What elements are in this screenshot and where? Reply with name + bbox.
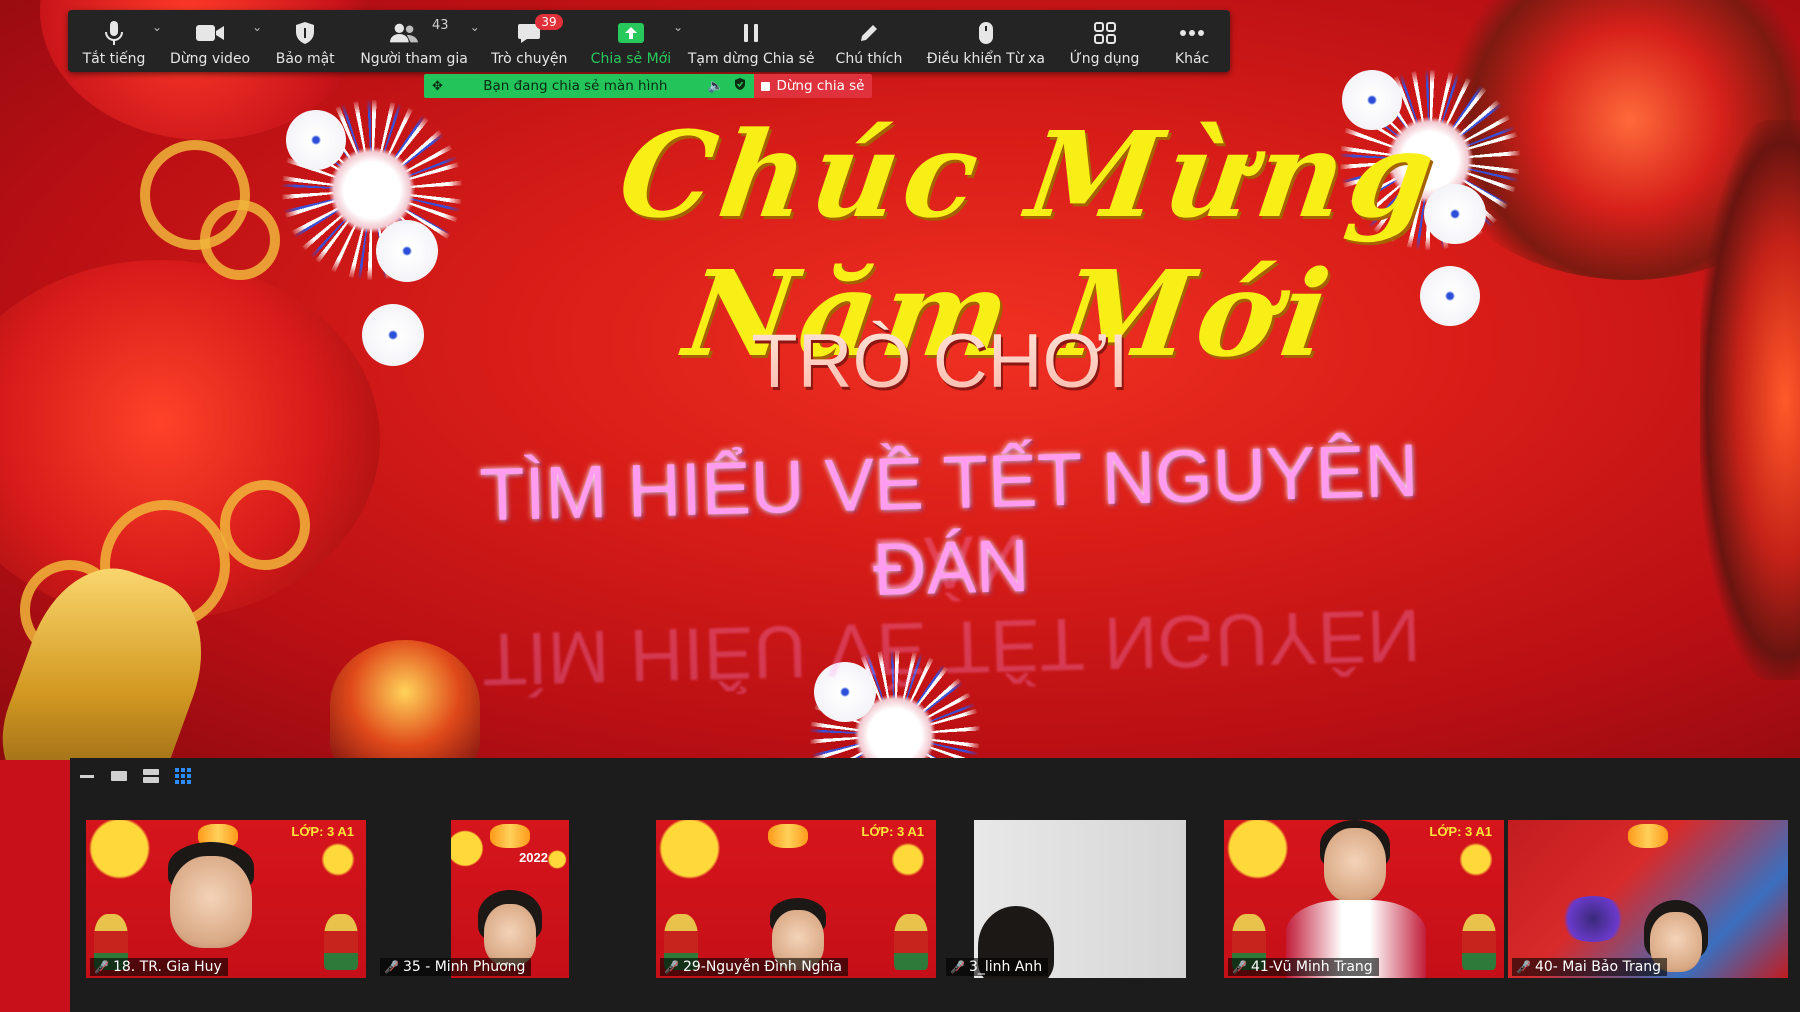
more-dots-icon [1177,18,1207,48]
muted-mic-icon: 🎤̸ [664,960,679,974]
participants-count: 43 [431,18,449,33]
slide-title: TRÒ CHƠI [700,318,1180,405]
more-button[interactable]: Khác [1154,10,1230,72]
speaker-icon[interactable]: 🔈 [708,79,724,94]
cloud-pattern-decoration [220,480,310,570]
mute-label: Tắt tiếng [82,51,146,67]
shared-slide: Chúc Mừng Năm Mới TRÒ CHƠI TÌM HIỂU VỀ T… [0,0,1800,760]
stacked-view-icon[interactable] [142,768,160,784]
doll-decoration [324,914,358,970]
participant-tile[interactable]: LỚP: 3 A1 🎤̸ 41-Vũ Minh Trang [1224,820,1504,978]
new-share-label: Chia sẻ Mới [590,51,672,67]
participant-name: 40- Mai Bảo Trang [1534,959,1662,975]
participant-tile[interactable]: 🎤̸ 40- Mai Bảo Trang [1508,820,1788,978]
stop-share-label: Dừng chia sẻ [776,78,865,94]
doll-decoration [894,914,928,970]
gallery-grid-view-icon[interactable] [174,768,192,784]
orb-decoration [286,110,346,170]
muted-mic-icon: 🎤̸ [94,960,109,974]
annotate-label: Chú thích [835,51,903,67]
tiger-decoration [490,824,530,848]
more-label: Khác [1174,51,1210,67]
remote-control-label: Điều khiển Từ xa [926,51,1045,67]
chat-unread-badge: 39 [535,14,563,30]
class-label: LỚP: 3 A1 [291,824,354,839]
video-gallery-strip: LỚP: 3 A1 🎤̸ 18. TR. Gia Huy 2022 🎤̸ 35 - … [70,758,1800,1012]
participant-name: 29-Nguyễn Đình Nghĩa [682,959,842,975]
participant-name: 3_linh Anh [968,959,1043,975]
drag-handle-icon[interactable]: ✥ [432,79,443,94]
gallery-view-controls [78,768,192,784]
new-share-button[interactable]: ⌄ Chia sẻ Mới [581,10,683,72]
apps-button[interactable]: Ứng dụng [1055,10,1154,72]
sharing-status-text: Bạn đang chia sẻ màn hình [483,78,668,94]
doll-decoration [1462,914,1496,970]
muted-mic-icon: 🎤̸ [384,960,399,974]
active-speaker-view-icon[interactable] [110,768,128,784]
remote-control-button[interactable]: Điều khiển Từ xa [917,10,1055,72]
meeting-toolbar: ⌄ Tắt tiếng ⌄ Dừng video Bảo mật 43 ⌄ Ng… [68,10,1230,72]
chat-button[interactable]: 39 Trò chuyện [478,10,581,72]
sharing-status-banner[interactable]: ✥ Bạn đang chia sẻ màn hình 🔈 [424,74,754,98]
year-label: 2022 [519,850,548,865]
security-button[interactable]: Bảo mật [260,10,350,72]
participant-name-tag: 🎤̸ 29-Nguyễn Đình Nghĩa [660,958,848,976]
microphone-icon [99,18,129,48]
shield-check-icon [734,77,746,95]
stop-share-button[interactable]: Dừng chia sẻ [754,74,872,98]
stop-square-icon [761,81,771,91]
class-label: LỚP: 3 A1 [861,824,924,839]
pause-share-label: Tạm dừng Chia sẻ [687,51,815,67]
apps-icon [1090,18,1120,48]
stop-video-label: Dừng video [170,51,251,67]
participants-icon [389,18,419,48]
video-camera-icon [195,18,225,48]
chat-label: Trò chuyện [491,51,568,67]
pencil-icon [854,18,884,48]
annotate-button[interactable]: Chú thích [821,10,917,72]
toys-decoration [1558,896,1628,942]
participant-name-tag: 🎤̸ 35 - Minh Phương [380,958,532,976]
class-label: LỚP: 3 A1 [1429,824,1492,839]
muted-mic-icon: 🎤̸ [1232,960,1247,974]
cloud-pattern-decoration [200,200,280,280]
pause-icon [736,18,766,48]
shield-icon [290,18,320,48]
apps-label: Ứng dụng [1069,51,1140,67]
participant-name-tag: 🎤̸ 41-Vũ Minh Trang [1228,958,1379,976]
participant-tile[interactable]: LỚP: 3 A1 🎤̸ 18. TR. Gia Huy [86,820,366,978]
participants-label: Người tham gia [360,51,468,67]
tiger-decoration [1628,824,1668,848]
participant-tile[interactable]: 2022 🎤̸ 35 - Minh Phương [376,820,652,978]
flower-decoration [1700,120,1800,680]
participant-name-tag: 🎤̸ 40- Mai Bảo Trang [1512,958,1668,976]
participant-name: 18. TR. Gia Huy [112,959,222,975]
participant-face [484,904,536,966]
slide-subtitle-reflection: TÌM HIỂU VỀ TẾT NGUYÊN ĐÁN [480,518,1422,702]
security-label: Bảo mật [275,51,335,67]
participant-tile[interactable]: LỚP: 3 A1 🎤̸ 29-Nguyễn Đình Nghĩa [656,820,936,978]
participant-name: 41-Vũ Minh Trang [1250,959,1373,975]
participants-button[interactable]: 43 ⌄ Người tham gia [350,10,480,72]
pause-share-button[interactable]: Tạm dừng Chia sẻ [681,10,821,72]
participant-face [1324,828,1386,902]
participant-name: 35 - Minh Phương [402,959,526,975]
muted-mic-icon: 🎤̸ [1516,960,1531,974]
participant-face [170,856,252,948]
mouse-icon [971,18,1001,48]
tiger-decoration [768,824,808,848]
participant-name-tag: 🎤̸ 18. TR. Gia Huy [90,958,228,976]
minimize-view-icon[interactable] [78,768,96,784]
participant-tile[interactable]: 🎤̸ 3_linh Anh [942,820,1222,978]
muted-mic-icon: 🎤̸ [950,960,965,974]
stop-video-button[interactable]: ⌄ Dừng video [160,10,262,72]
participant-name-tag: 🎤̸ 3_linh Anh [946,958,1049,976]
mute-button[interactable]: ⌄ Tắt tiếng [68,10,162,72]
share-screen-icon [616,18,646,48]
